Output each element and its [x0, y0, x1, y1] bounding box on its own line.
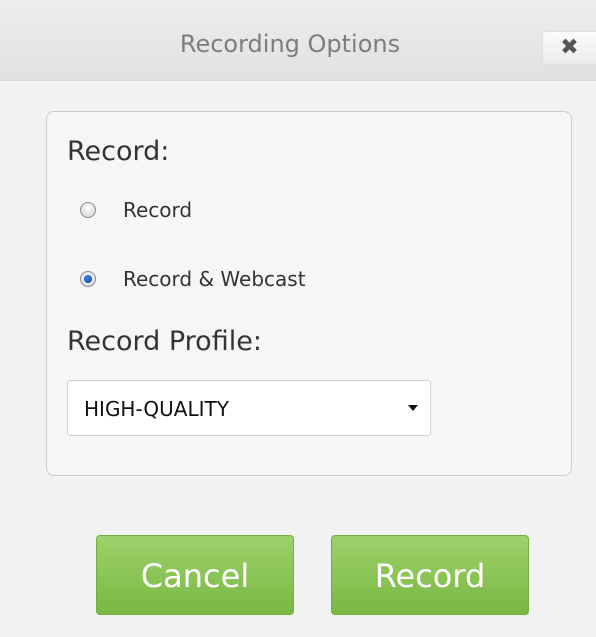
radio-label-record: Record — [123, 198, 193, 222]
record-profile-value: HIGH-QUALITY — [84, 397, 229, 421]
record-button[interactable]: Record — [331, 535, 529, 615]
record-section-label: Record: — [67, 136, 170, 167]
radio-button-record[interactable] — [80, 202, 96, 218]
radio-record-webcast[interactable]: Record & Webcast — [80, 264, 306, 294]
cancel-button[interactable]: Cancel — [96, 535, 294, 615]
recording-options-dialog: Recording Options ✖ Record: Record Recor… — [0, 0, 596, 637]
radio-record[interactable]: Record — [80, 195, 192, 225]
radio-label-record-webcast: Record & Webcast — [123, 267, 306, 291]
dialog-titlebar: Recording Options ✖ — [0, 0, 596, 81]
dialog-title: Recording Options — [179, 30, 401, 58]
radio-button-record-webcast[interactable] — [80, 271, 96, 287]
chevron-down-icon — [408, 405, 418, 411]
record-profile-select[interactable]: HIGH-QUALITY — [67, 380, 431, 436]
record-profile-label: Record Profile: — [67, 326, 262, 357]
close-icon: ✖ — [560, 35, 579, 60]
close-button[interactable]: ✖ — [542, 31, 596, 65]
